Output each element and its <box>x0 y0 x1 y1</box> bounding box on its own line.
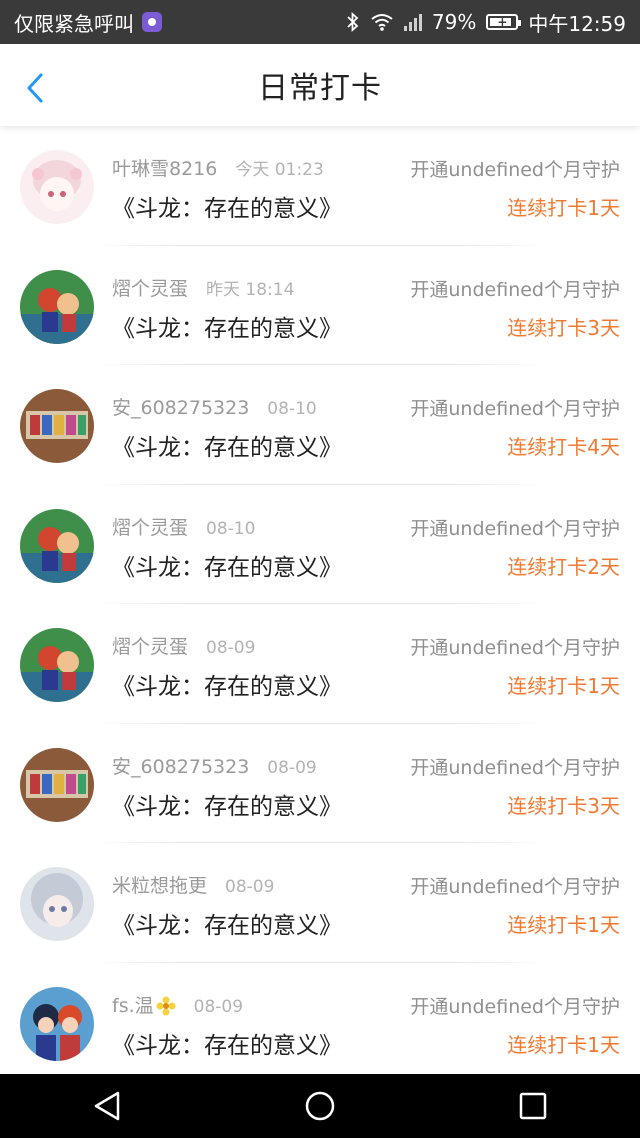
checkin-list: 叶琳雪8216 今天 01:23 《斗龙：存在的意义》 开通undefined个… <box>0 126 640 1074</box>
status-bar-right: 79% + 中午12:59 <box>346 8 626 37</box>
chevron-left-icon <box>27 73 43 103</box>
timestamp: 08-10 <box>206 518 256 539</box>
item-meta: fs.温 08-09 <box>112 991 243 1018</box>
status-bar: 仅限紧急呼叫 79% + 中午12:59 <box>0 0 640 44</box>
streak-text: 连续打卡1天 <box>507 913 620 937</box>
book-title[interactable]: 《斗龙：存在的意义》 <box>112 1026 342 1060</box>
list-item[interactable]: 熠个灵蛋 08-10 《斗龙：存在的意义》 开通undefined个月守护 连续… <box>0 485 640 605</box>
guard-text: 开通undefined个月守护 <box>410 756 620 779</box>
username[interactable]: 安_608275323 <box>112 752 249 779</box>
nav-recents-button[interactable] <box>503 1076 563 1136</box>
timestamp: 今天 01:23 <box>235 160 324 180</box>
system-nav-bar <box>0 1074 640 1138</box>
avatar[interactable] <box>20 508 94 583</box>
status-bar-left: 仅限紧急呼叫 <box>14 8 162 37</box>
battery-percent: 79% <box>431 10 477 34</box>
recents-square-icon <box>520 1092 547 1120</box>
item-meta: 熠个灵蛋 08-10 <box>112 513 255 540</box>
username-text: fs.温 <box>112 994 154 1017</box>
username[interactable]: 熠个灵蛋 <box>112 513 188 540</box>
username[interactable]: 熠个灵蛋 <box>112 274 188 301</box>
wifi-icon <box>371 14 393 31</box>
guard-text: 开通undefined个月守护 <box>410 517 620 540</box>
avatar[interactable] <box>20 150 94 224</box>
nav-home-button[interactable] <box>290 1076 350 1136</box>
book-title[interactable]: 《斗龙：存在的意义》 <box>112 428 342 462</box>
streak-text: 连续打卡1天 <box>507 674 620 698</box>
streak-text: 连续打卡3天 <box>507 315 620 340</box>
header-bar: 日常打卡 <box>0 44 640 127</box>
item-meta: 叶琳雪8216 今天 01:23 <box>112 154 324 181</box>
item-meta: 熠个灵蛋 昨天 18:14 <box>112 274 294 301</box>
clock: 中午12:59 <box>528 11 626 36</box>
username[interactable]: 安_608275323 <box>112 393 249 420</box>
list-item[interactable]: 安_608275323 08-10 《斗龙：存在的意义》 开通undefined… <box>0 365 640 485</box>
book-title[interactable]: 《斗龙：存在的意义》 <box>112 309 342 343</box>
streak-text: 连续打卡4天 <box>507 435 620 459</box>
list-item[interactable]: 熠个灵蛋 昨天 18:14 《斗龙：存在的意义》 开通undefined个月守护… <box>0 246 640 366</box>
book-title[interactable]: 《斗龙：存在的意义》 <box>112 667 342 701</box>
timestamp: 08-10 <box>267 399 317 419</box>
item-meta: 安_608275323 08-10 <box>112 393 317 420</box>
book-title[interactable]: 《斗龙：存在的意义》 <box>112 787 342 821</box>
username[interactable]: 熠个灵蛋 <box>112 632 188 659</box>
home-circle-icon <box>305 1091 335 1121</box>
guard-text: 开通undefined个月守护 <box>410 876 620 898</box>
guard-text: 开通undefined个月守护 <box>410 637 620 659</box>
list-item[interactable]: fs.温 08-09 《斗龙：存在的意义》 开通undefined个月守护 连续… <box>0 963 640 1075</box>
avatar[interactable] <box>20 747 94 822</box>
streak-text: 连续打卡1天 <box>507 196 620 220</box>
bluetooth-icon <box>347 12 359 32</box>
avatar[interactable] <box>20 389 94 463</box>
timestamp: 08-09 <box>193 996 244 1017</box>
battery-icon: + <box>486 14 522 30</box>
username[interactable]: 叶琳雪8216 <box>112 154 217 181</box>
timestamp: 08-09 <box>267 757 317 778</box>
flower-icon <box>156 996 176 1016</box>
timestamp: 08-09 <box>225 877 275 897</box>
username[interactable]: fs.温 <box>112 991 176 1018</box>
list-item[interactable]: 熠个灵蛋 08-09 《斗龙：存在的意义》 开通undefined个月守护 连续… <box>0 604 640 724</box>
avatar[interactable] <box>20 986 94 1061</box>
purple-app-icon <box>142 12 162 32</box>
guard-text: 开通undefined个月守护 <box>410 159 620 181</box>
timestamp: 昨天 18:14 <box>206 279 295 300</box>
nav-back-button[interactable] <box>77 1076 137 1136</box>
page-title: 日常打卡 <box>258 71 382 106</box>
book-title[interactable]: 《斗龙：存在的意义》 <box>112 906 342 940</box>
guard-text: 开通undefined个月守护 <box>410 398 620 420</box>
guard-text: 开通undefined个月守护 <box>410 995 620 1018</box>
avatar[interactable] <box>20 867 94 941</box>
book-title[interactable]: 《斗龙：存在的意义》 <box>112 189 342 223</box>
back-triangle-icon <box>94 1091 119 1121</box>
item-meta: 米粒想拖更 08-09 <box>112 871 274 898</box>
timestamp: 08-09 <box>206 638 256 658</box>
list-item[interactable]: 叶琳雪8216 今天 01:23 《斗龙：存在的意义》 开通undefined个… <box>0 126 640 246</box>
avatar[interactable] <box>20 269 94 344</box>
streak-text: 连续打卡3天 <box>507 793 620 818</box>
back-button[interactable] <box>20 70 50 106</box>
item-meta: 熠个灵蛋 08-09 <box>112 632 255 659</box>
streak-text: 连续打卡1天 <box>507 1032 620 1057</box>
streak-text: 连续打卡2天 <box>507 554 620 579</box>
signal-icon <box>403 13 422 31</box>
avatar[interactable] <box>20 628 94 702</box>
username[interactable]: 米粒想拖更 <box>112 871 207 898</box>
list-item[interactable]: 安_608275323 08-09 《斗龙：存在的意义》 开通undefined… <box>0 724 640 844</box>
book-title[interactable]: 《斗龙：存在的意义》 <box>112 548 342 582</box>
list-item[interactable]: 米粒想拖更 08-09 《斗龙：存在的意义》 开通undefined个月守护 连… <box>0 843 640 963</box>
item-meta: 安_608275323 08-09 <box>112 752 317 779</box>
guard-text: 开通undefined个月守护 <box>410 278 620 301</box>
carrier-text: 仅限紧急呼叫 <box>14 11 134 36</box>
